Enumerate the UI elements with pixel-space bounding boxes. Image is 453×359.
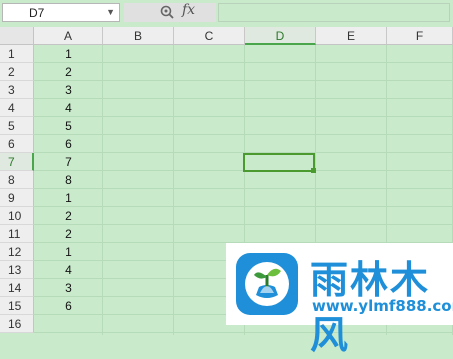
row-header-11[interactable]: 11: [0, 225, 34, 243]
cell-a12[interactable]: 1: [34, 243, 103, 261]
gridline-vertical: [173, 45, 174, 335]
cell-a11[interactable]: 2: [34, 225, 103, 243]
cell-a8[interactable]: 8: [34, 171, 103, 189]
row-header-9[interactable]: 9: [0, 189, 34, 207]
row-header-15[interactable]: 15: [0, 297, 34, 315]
zoom-icon[interactable]: [158, 4, 176, 22]
cell-a14[interactable]: 3: [34, 279, 103, 297]
cell-a5[interactable]: 5: [34, 117, 103, 135]
cell-a2[interactable]: 2: [34, 63, 103, 81]
row-header-13[interactable]: 13: [0, 261, 34, 279]
row-header-10[interactable]: 10: [0, 207, 34, 225]
cell-a4[interactable]: 4: [34, 99, 103, 117]
row-header-1[interactable]: 1: [0, 45, 34, 63]
column-header-c[interactable]: C: [174, 27, 245, 45]
cell-a15[interactable]: 6: [34, 297, 103, 315]
name-box[interactable]: D7 ▼: [2, 3, 120, 22]
formula-input[interactable]: [218, 3, 450, 22]
column-header-f[interactable]: F: [387, 27, 453, 45]
cell-a6[interactable]: 6: [34, 135, 103, 153]
cell-a16[interactable]: [34, 315, 103, 333]
column-header-a[interactable]: A: [34, 27, 103, 45]
cell-a9[interactable]: 1: [34, 189, 103, 207]
row-header-14[interactable]: 14: [0, 279, 34, 297]
row-header-7[interactable]: 7: [0, 153, 34, 171]
column-header-d[interactable]: D: [245, 27, 316, 45]
fx-icon[interactable]: fx: [182, 2, 195, 18]
row-header-12[interactable]: 12: [0, 243, 34, 261]
row-header-6[interactable]: 6: [0, 135, 34, 153]
row-header-4[interactable]: 4: [0, 99, 34, 117]
formula-bar: D7 ▼ fx: [0, 0, 453, 28]
fill-handle[interactable]: [311, 168, 316, 173]
watermark: 雨林木风 www.ylmf888.com: [226, 243, 453, 357]
column-header-e[interactable]: E: [316, 27, 387, 45]
cell-a7[interactable]: 7: [34, 153, 103, 171]
cell-a10[interactable]: 2: [34, 207, 103, 225]
row-header-3[interactable]: 3: [0, 81, 34, 99]
row-header-8[interactable]: 8: [0, 171, 34, 189]
row-header-2[interactable]: 2: [0, 63, 34, 81]
cell-a1[interactable]: 1: [34, 45, 103, 63]
selected-cell-d7[interactable]: [243, 153, 316, 173]
watermark-url: www.ylmf888.com: [312, 297, 453, 315]
row-header-16[interactable]: 16: [0, 315, 34, 333]
row-header-5[interactable]: 5: [0, 117, 34, 135]
name-box-value: D7: [29, 6, 45, 20]
dropdown-arrow-icon[interactable]: ▼: [106, 7, 115, 17]
watermark-logo-icon: [236, 253, 298, 315]
cell-a3[interactable]: 3: [34, 81, 103, 99]
select-all-corner[interactable]: [0, 27, 34, 45]
column-header-b[interactable]: B: [103, 27, 174, 45]
cell-a13[interactable]: 4: [34, 261, 103, 279]
